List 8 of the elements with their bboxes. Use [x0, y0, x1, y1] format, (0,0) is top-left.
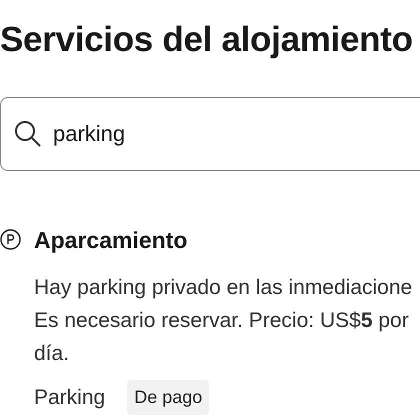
facility-label: Parking: [34, 384, 106, 411]
parking-icon: [0, 229, 21, 250]
page-title: Servicios del alojamiento: [0, 20, 413, 59]
search-field[interactable]: parking: [0, 96, 420, 170]
price-tag: De pago: [127, 380, 210, 415]
description: Hay parking privado en las inmediacione Es necesario reservar. Precio: US$5 por día.: [34, 275, 412, 367]
section-heading: Aparcamiento: [34, 226, 188, 255]
search-icon: [14, 120, 42, 148]
